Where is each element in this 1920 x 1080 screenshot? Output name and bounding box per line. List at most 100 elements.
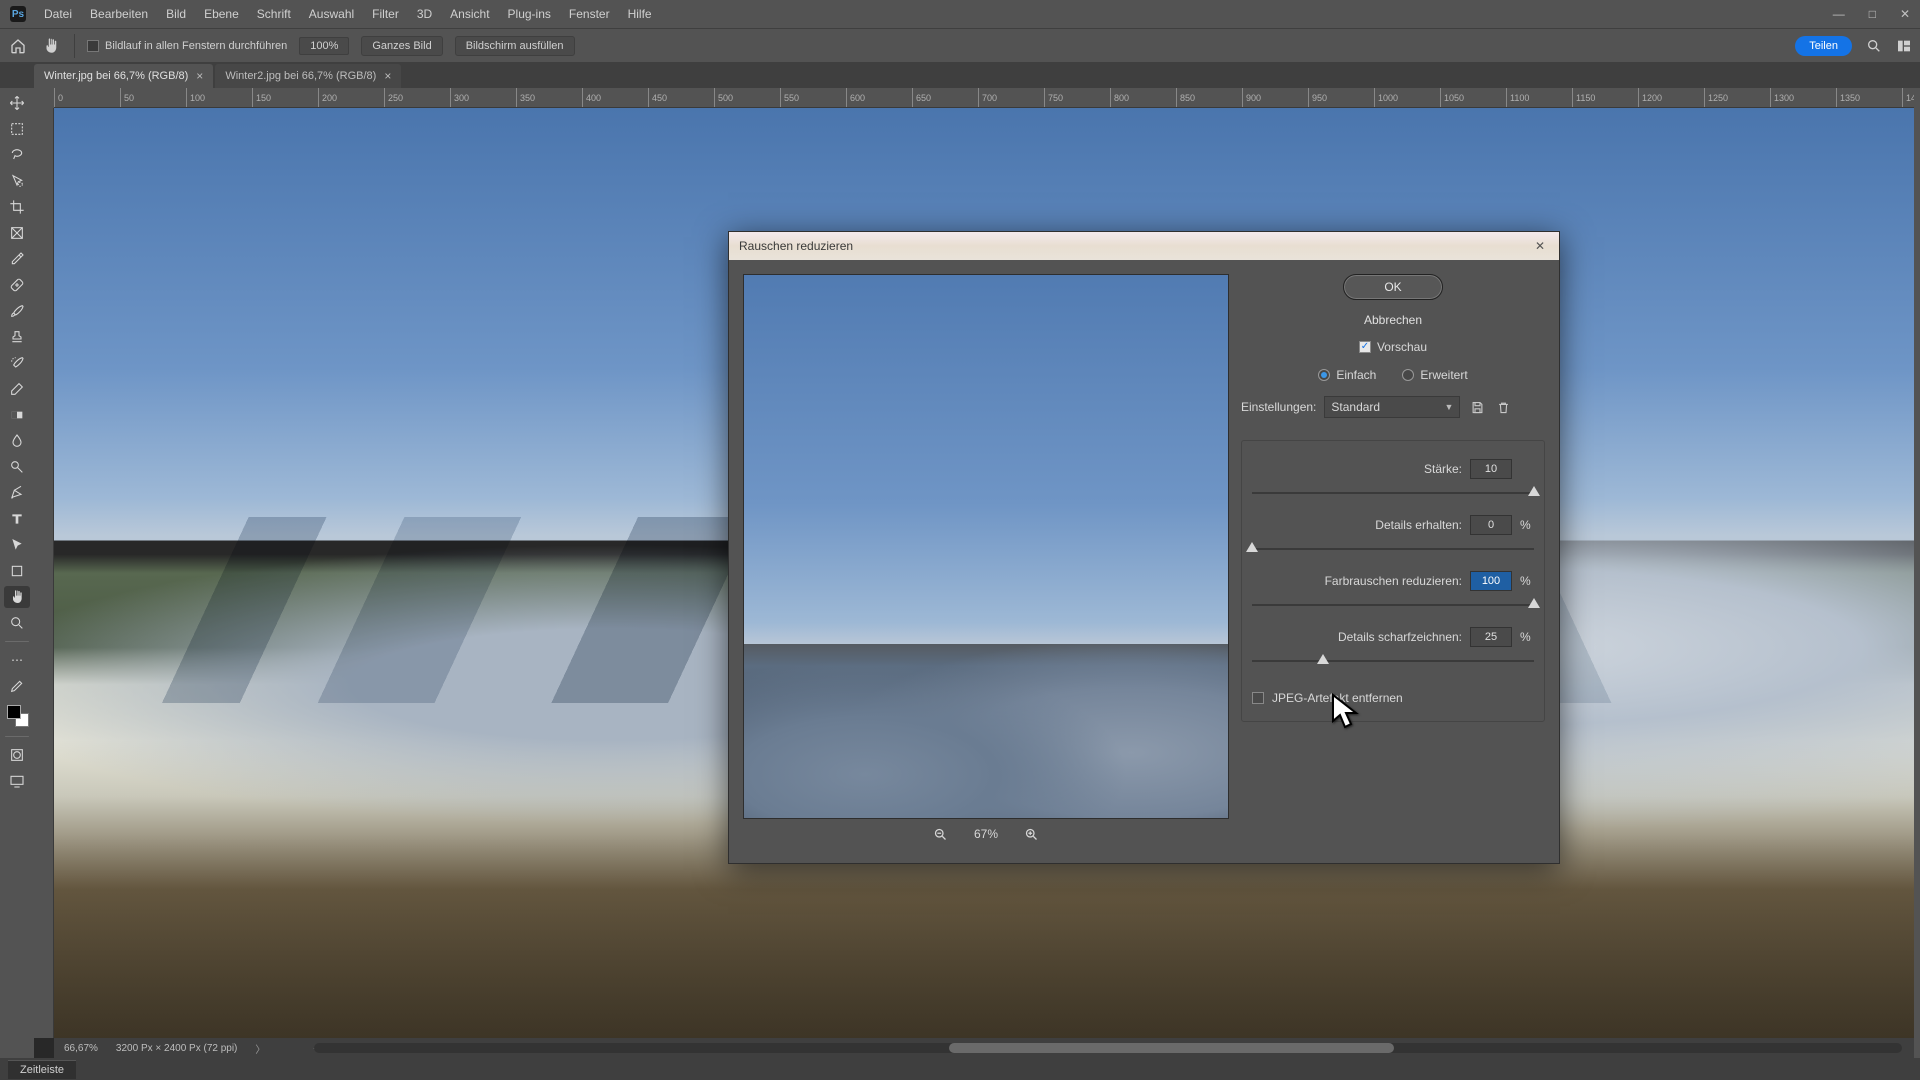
reduce-color-noise-input[interactable]: [1470, 571, 1512, 591]
settings-preset-dropdown[interactable]: Standard ▼: [1324, 396, 1460, 418]
zoom-tool-icon[interactable]: [4, 612, 30, 634]
brush-tool-icon[interactable]: [4, 300, 30, 322]
frame-tool-icon[interactable]: [4, 222, 30, 244]
menu-ebene[interactable]: Ebene: [204, 7, 239, 21]
home-icon[interactable]: [8, 36, 28, 56]
share-button[interactable]: Teilen: [1795, 36, 1852, 56]
dialog-title-text: Rauschen reduzieren: [739, 239, 853, 253]
edit-toolbar-icon[interactable]: [4, 675, 30, 697]
fill-screen-button[interactable]: Bildschirm ausfüllen: [455, 36, 575, 56]
preserve-details-input[interactable]: [1470, 515, 1512, 535]
dialog-close-icon[interactable]: ✕: [1531, 237, 1549, 255]
cancel-button[interactable]: Abbrechen: [1343, 308, 1443, 332]
tool-separator: [5, 641, 29, 642]
menu-schrift[interactable]: Schrift: [257, 7, 291, 21]
checkbox-icon: [1252, 692, 1264, 704]
remove-jpeg-artifact-label: JPEG-Artefakt entfernen: [1272, 691, 1403, 705]
menu-auswahl[interactable]: Auswahl: [309, 7, 354, 21]
reduce-color-noise-slider[interactable]: [1252, 597, 1534, 613]
minimize-icon[interactable]: —: [1833, 7, 1845, 21]
maximize-icon[interactable]: □: [1869, 7, 1876, 21]
healing-tool-icon[interactable]: [4, 274, 30, 296]
dodge-tool-icon[interactable]: [4, 456, 30, 478]
lasso-tool-icon[interactable]: [4, 144, 30, 166]
menu-datei[interactable]: Datei: [44, 7, 72, 21]
document-tab-active[interactable]: Winter.jpg bei 66,7% (RGB/8) ×: [34, 64, 213, 88]
type-tool-icon[interactable]: [4, 508, 30, 530]
document-tab-strip: Winter.jpg bei 66,7% (RGB/8) × Winter2.j…: [0, 62, 1920, 88]
timeline-panel-tab[interactable]: Zeitleiste: [8, 1060, 76, 1079]
hand-tool-icon[interactable]: [40, 35, 62, 57]
preview-checkbox[interactable]: Vorschau: [1241, 340, 1545, 354]
info-chevron-icon[interactable]: 〉: [255, 1041, 265, 1056]
collapsed-right-panels[interactable]: [1914, 88, 1920, 1058]
ruler-origin[interactable]: [34, 88, 54, 108]
stamp-tool-icon[interactable]: [4, 326, 30, 348]
crop-tool-icon[interactable]: [4, 196, 30, 218]
menu-bearbeiten[interactable]: Bearbeiten: [90, 7, 148, 21]
zoom-percent-field[interactable]: 100%: [299, 37, 349, 55]
zoom-readout[interactable]: 66,67%: [64, 1043, 98, 1054]
strength-label: Stärke:: [1424, 462, 1462, 476]
document-tab-label: Winter2.jpg bei 66,7% (RGB/8): [225, 70, 376, 82]
fit-screen-button[interactable]: Ganzes Bild: [361, 36, 442, 56]
screen-mode-icon[interactable]: [4, 770, 30, 792]
scrollbar-thumb[interactable]: [949, 1043, 1394, 1053]
delete-preset-icon[interactable]: [1494, 398, 1512, 416]
menu-3d[interactable]: 3D: [417, 7, 432, 21]
shape-tool-icon[interactable]: [4, 560, 30, 582]
menu-plugins[interactable]: Plug-ins: [508, 7, 551, 21]
menu-hilfe[interactable]: Hilfe: [628, 7, 652, 21]
quick-mask-icon[interactable]: [4, 744, 30, 766]
menu-fenster[interactable]: Fenster: [569, 7, 610, 21]
gradient-tool-icon[interactable]: [4, 404, 30, 426]
dialog-titlebar[interactable]: Rauschen reduzieren ✕: [729, 232, 1559, 260]
search-icon[interactable]: [1866, 38, 1882, 54]
sharpen-details-slider[interactable]: [1252, 653, 1534, 669]
ok-button[interactable]: OK: [1343, 274, 1443, 300]
scroll-all-windows-checkbox[interactable]: Bildlauf in allen Fenstern durchführen: [87, 40, 287, 52]
dialog-preview-image[interactable]: [743, 274, 1229, 819]
history-brush-tool-icon[interactable]: [4, 352, 30, 374]
sharpen-details-input[interactable]: [1470, 627, 1512, 647]
close-tab-icon[interactable]: ×: [196, 69, 203, 83]
horizontal-scrollbar[interactable]: [314, 1043, 1902, 1053]
marquee-tool-icon[interactable]: [4, 118, 30, 140]
zoom-out-icon[interactable]: [932, 825, 950, 843]
eyedropper-tool-icon[interactable]: [4, 248, 30, 270]
save-preset-icon[interactable]: [1468, 398, 1486, 416]
color-swatch[interactable]: [4, 701, 30, 729]
zoom-in-icon[interactable]: [1022, 825, 1040, 843]
preserve-details-unit: %: [1520, 518, 1534, 532]
remove-jpeg-artifact-checkbox[interactable]: JPEG-Artefakt entfernen: [1252, 691, 1534, 705]
mode-advanced-label: Erweitert: [1420, 368, 1467, 382]
ruler-horizontal[interactable]: 0501001502002503003504004505005506006507…: [54, 88, 1914, 108]
menu-filter[interactable]: Filter: [372, 7, 399, 21]
menu-bild[interactable]: Bild: [166, 7, 186, 21]
mode-simple-radio[interactable]: Einfach: [1318, 368, 1376, 382]
move-tool-icon[interactable]: [4, 92, 30, 114]
close-window-icon[interactable]: ✕: [1900, 7, 1910, 21]
hand-tool-icon[interactable]: [4, 586, 30, 608]
eraser-tool-icon[interactable]: [4, 378, 30, 400]
strength-input[interactable]: [1470, 459, 1512, 479]
strength-slider[interactable]: [1252, 485, 1534, 501]
preview-checkbox-label: Vorschau: [1377, 340, 1427, 354]
doc-info[interactable]: 3200 Px × 2400 Px (72 ppi): [116, 1043, 237, 1054]
path-select-tool-icon[interactable]: [4, 534, 30, 556]
mode-advanced-radio[interactable]: Erweitert: [1402, 368, 1467, 382]
more-tools-icon[interactable]: ⋯: [4, 649, 30, 671]
blur-tool-icon[interactable]: [4, 430, 30, 452]
preserve-details-slider[interactable]: [1252, 541, 1534, 557]
pen-tool-icon[interactable]: [4, 482, 30, 504]
app-logo: Ps: [10, 6, 26, 22]
window-controls: — □ ✕: [1833, 7, 1910, 21]
workspace-switcher-icon[interactable]: [1896, 38, 1912, 54]
menu-ansicht[interactable]: Ansicht: [450, 7, 489, 21]
close-tab-icon[interactable]: ×: [384, 69, 391, 83]
menu-bar: Ps Datei Bearbeiten Bild Ebene Schrift A…: [0, 0, 1920, 28]
ruler-vertical[interactable]: [34, 108, 54, 1038]
document-tab-inactive[interactable]: Winter2.jpg bei 66,7% (RGB/8) ×: [215, 64, 401, 88]
quick-select-tool-icon[interactable]: [4, 170, 30, 192]
reduce-color-noise-label: Farbrauschen reduzieren:: [1325, 574, 1462, 588]
